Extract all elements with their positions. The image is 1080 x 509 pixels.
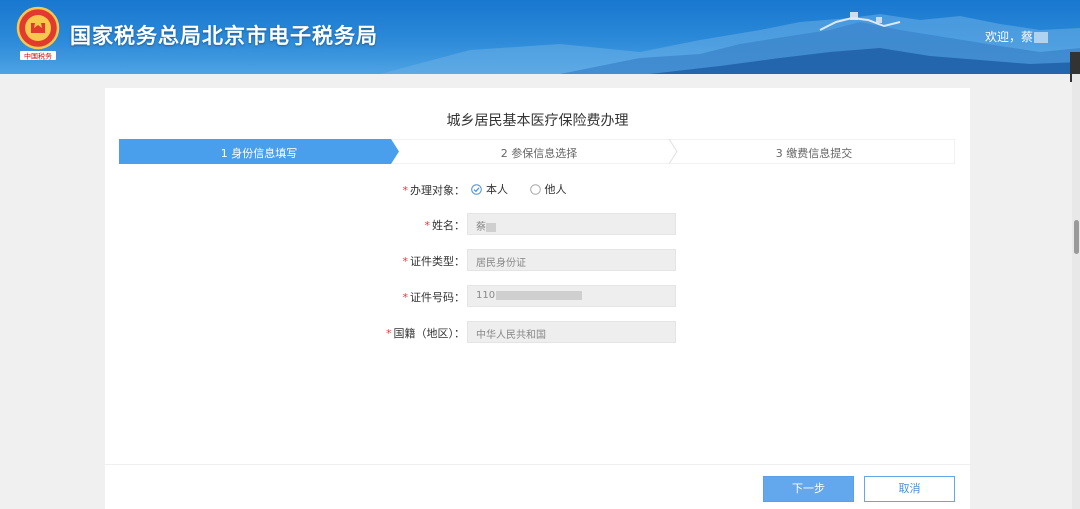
main-panel: 城乡居民基本医疗保险费办理 1 身份信息填写 2 参保信息选择 3 缴费信息提交… (105, 88, 970, 509)
nationality-value: 中华人民共和国 (476, 330, 546, 341)
form-row-id-number: * 证件号码： 110 (105, 285, 970, 307)
step-progress-bar: 1 身份信息填写 2 参保信息选择 3 缴费信息提交 (119, 139, 955, 164)
nationality-label-text: 国籍（地区）： (393, 327, 466, 340)
id-number-field[interactable]: 110 (467, 285, 676, 307)
required-mark: * (402, 255, 409, 268)
page-scrollbar[interactable] (1072, 74, 1080, 509)
required-mark: * (402, 184, 409, 197)
scrollbar-thumb[interactable] (1074, 220, 1079, 254)
radio-unchecked-icon[interactable] (529, 183, 541, 195)
name-field[interactable]: 蔡 (467, 213, 676, 235)
page-title: 城乡居民基本医疗保险费办理 (446, 113, 629, 129)
target-radio-group: 本人 他人 (471, 181, 585, 197)
name-value: 蔡 (476, 222, 486, 233)
radio-self-label: 本人 (486, 183, 508, 196)
welcome-text: 欢迎，蔡 (985, 28, 1048, 45)
radio-other[interactable]: 他人 (529, 181, 567, 197)
svg-text:中国税务: 中国税务 (24, 52, 52, 61)
radio-checked-icon[interactable] (471, 183, 482, 195)
name-label: * 姓名： (425, 217, 466, 233)
nationality-label: * 国籍（地区）： (386, 325, 465, 341)
target-label: * 办理对象： (403, 182, 466, 198)
form-row-nationality: * 国籍（地区）： 中华人民共和国 (105, 321, 970, 343)
required-mark: * (386, 327, 392, 340)
id-number-label: * 证件号码： (403, 289, 466, 305)
cancel-button[interactable]: 取消 (864, 476, 955, 502)
required-mark: * (424, 219, 431, 232)
tax-emblem-icon: 中国税务 (16, 6, 60, 61)
welcome-label: 欢迎，蔡 (984, 30, 1033, 44)
form-row-target: * 办理对象： 本人 他人 (105, 178, 970, 200)
nationality-field[interactable]: 中华人民共和国 (467, 321, 676, 343)
id-type-label-text: 证件类型： (410, 255, 465, 268)
target-label-text: 办理对象： (410, 184, 465, 197)
name-label-text: 姓名： (432, 219, 465, 232)
step-3-payment: 3 缴费信息提交 (775, 147, 853, 160)
site-title: 国家税务总局北京市电子税务局 (70, 24, 378, 48)
masked-name (486, 222, 496, 232)
radio-self[interactable]: 本人 (471, 181, 508, 197)
next-step-button[interactable]: 下一步 (763, 476, 854, 502)
footer-divider (105, 464, 970, 465)
id-number-value: 110 (476, 290, 496, 301)
site-header: 中国税务 国家税务总局北京市电子税务局 欢迎，蔡 (0, 0, 1080, 74)
id-type-field[interactable]: 居民身份证 (467, 249, 676, 271)
step-2-insurance: 2 参保信息选择 (500, 147, 578, 160)
required-mark: * (402, 291, 409, 304)
radio-other-label: 他人 (544, 183, 567, 196)
masked-id-number (496, 290, 583, 300)
id-type-value: 居民身份证 (476, 258, 526, 269)
step-1-identity: 1 身份信息填写 (220, 147, 298, 160)
id-type-label: * 证件类型： (403, 253, 466, 269)
id-number-label-text: 证件号码： (410, 291, 465, 304)
masked-username (1034, 32, 1048, 43)
form-row-id-type: * 证件类型： 居民身份证 (105, 249, 970, 271)
form-row-name: * 姓名： 蔡 (105, 213, 970, 235)
